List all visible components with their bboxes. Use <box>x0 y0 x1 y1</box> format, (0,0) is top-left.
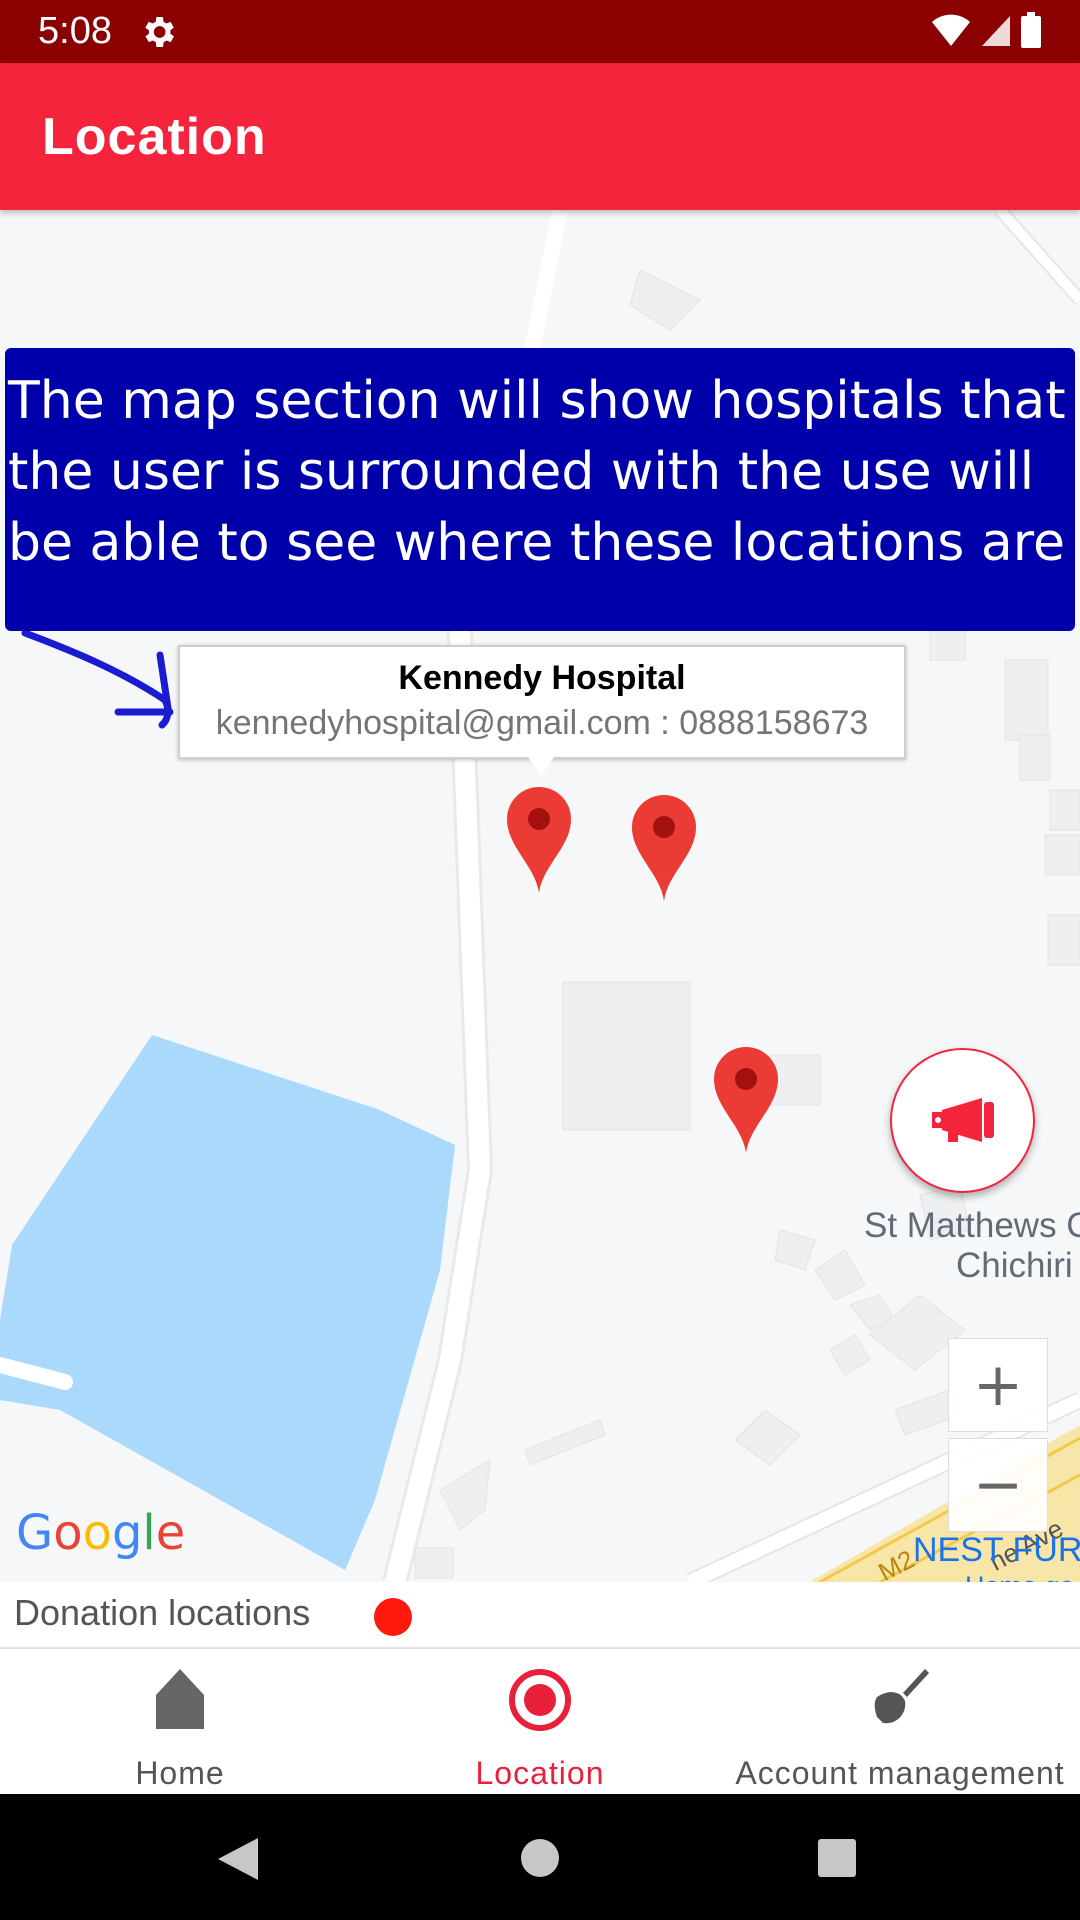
info-window-title: Kennedy Hospital <box>398 659 686 697</box>
megaphone-icon <box>931 1097 994 1142</box>
info-window-subtitle: kennedyhospital@gmail.com : 0888158673 <box>215 704 869 742</box>
hospital-marker-2[interactable] <box>630 793 698 903</box>
cell-signal-icon <box>982 16 1010 46</box>
info-window-tail <box>528 757 554 777</box>
location-radio-icon <box>509 1669 571 1731</box>
bottom-navigation: Home Location Account management <box>0 1649 1080 1794</box>
nav-item-account[interactable]: Account management <box>720 1649 1080 1794</box>
hospital-marker-3[interactable] <box>712 1045 780 1155</box>
map-place-label: St Matthews C Chichiri <box>864 1206 1080 1286</box>
legend-dot <box>374 1598 412 1636</box>
place-label-line2: Chichiri <box>956 1246 1073 1285</box>
google-logo: Google <box>16 1505 186 1561</box>
app-bar: Location <box>0 63 1080 210</box>
map-business-label: NEST FURI Home go <box>913 1532 1080 1582</box>
brush-icon <box>874 1669 929 1724</box>
status-indicators <box>930 12 1042 48</box>
business-label-sub: Home go <box>913 1568 1080 1582</box>
announce-fab-button[interactable] <box>890 1048 1035 1193</box>
place-label-line1: St Matthews C <box>864 1206 1080 1245</box>
nav-item-location[interactable]: Location <box>360 1649 720 1794</box>
nav-label-home: Home <box>135 1755 225 1791</box>
business-label-name: NEST FURI <box>913 1531 1080 1569</box>
recents-square-icon[interactable] <box>817 1838 857 1878</box>
zoom-in-button[interactable]: + <box>948 1338 1048 1432</box>
home-icon <box>156 1669 204 1729</box>
map-zoom-controls: + − <box>948 1338 1048 1532</box>
nav-item-home[interactable]: Home <box>0 1649 360 1794</box>
page-title: Location <box>42 108 267 166</box>
back-icon[interactable] <box>216 1836 260 1882</box>
marker-info-window[interactable]: Kennedy Hospital kennedyhospital@gmail.c… <box>178 645 906 777</box>
status-bar: 5:08 <box>0 0 1080 63</box>
hospital-marker-1[interactable] <box>505 785 573 895</box>
legend-label: Donation locations <box>14 1592 311 1633</box>
home-circle-icon[interactable] <box>519 1837 561 1879</box>
status-time: 5:08 <box>38 10 112 52</box>
wifi-icon <box>932 14 970 46</box>
nav-label-location: Location <box>475 1755 605 1791</box>
nav-label-account: Account management <box>735 1755 1065 1791</box>
map-legend: Donation locations <box>0 1582 1080 1649</box>
zoom-out-button[interactable]: − <box>948 1438 1048 1532</box>
system-navigation-bar <box>0 1794 1080 1920</box>
battery-icon <box>1021 12 1041 48</box>
annotation-banner: The map section will show hospitals that… <box>5 348 1075 631</box>
settings-gear-icon <box>145 17 174 47</box>
